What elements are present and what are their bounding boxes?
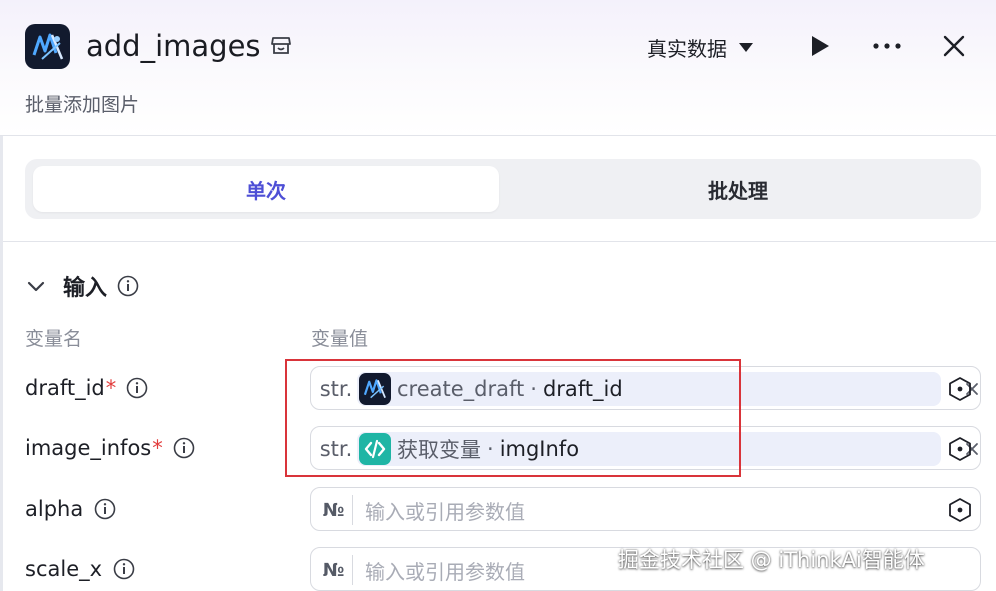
param-label-scale-x: scale_x — [25, 549, 135, 589]
chevron-down-icon[interactable] — [25, 275, 47, 297]
param-input-placeholder[interactable]: 输入或引用参数值 — [365, 495, 525, 525]
variable-reference-icon[interactable] — [947, 436, 973, 462]
node-title: add_images — [86, 29, 261, 63]
node-description: 批量添加图片 — [25, 94, 140, 116]
param-label-draft-id: draft_id * — [25, 368, 148, 408]
highlight-annotation-box — [285, 359, 741, 477]
param-label-image-infos: image_infos * — [25, 428, 195, 468]
variable-reference-icon[interactable] — [947, 497, 973, 523]
info-icon[interactable] — [117, 275, 139, 297]
tab-batch[interactable]: 批处理 — [503, 166, 973, 212]
watermark: 掘金技术社区 @ iThinkAi智能体 — [618, 548, 925, 572]
more-icon[interactable] — [872, 42, 902, 50]
close-icon[interactable] — [942, 34, 966, 58]
play-icon[interactable] — [810, 35, 830, 57]
node-config-panel: add_images 批量添加图片 真实数据 单次 批处理 输入 变量名 变量值… — [0, 0, 996, 591]
required-marker: * — [105, 376, 117, 400]
store-icon[interactable] — [270, 36, 292, 56]
input-section-title: 输入 — [63, 276, 108, 301]
info-icon[interactable] — [173, 437, 195, 459]
section-divider — [3, 241, 996, 242]
param-name: scale_x — [25, 557, 103, 581]
param-name: alpha — [25, 497, 84, 521]
data-mode-label: 真实数据 — [647, 36, 727, 61]
type-tag: № — [315, 555, 353, 585]
column-header-name: 变量名 — [25, 328, 83, 350]
param-name: draft_id — [25, 376, 105, 400]
param-field-alpha[interactable]: № 输入或引用参数值 — [310, 487, 981, 531]
panel-header: add_images 批量添加图片 真实数据 — [0, 0, 996, 136]
type-tag: № — [315, 495, 353, 525]
param-name: image_infos — [25, 436, 152, 460]
info-icon[interactable] — [113, 558, 135, 580]
param-label-alpha: alpha — [25, 489, 116, 529]
column-header-value: 变量值 — [311, 328, 369, 350]
info-icon[interactable] — [126, 377, 148, 399]
data-mode-select[interactable]: 真实数据 — [647, 32, 753, 62]
param-input-placeholder[interactable]: 输入或引用参数值 — [365, 555, 525, 585]
tab-single[interactable]: 单次 — [33, 166, 499, 212]
required-marker: * — [152, 436, 163, 460]
variable-reference-icon[interactable] — [947, 376, 973, 402]
info-icon[interactable] — [94, 498, 116, 520]
run-mode-tabs: 单次 批处理 — [25, 159, 981, 219]
input-section-header[interactable]: 输入 — [25, 268, 139, 304]
plugin-logo-icon — [25, 24, 70, 69]
caret-down-icon — [739, 42, 753, 52]
